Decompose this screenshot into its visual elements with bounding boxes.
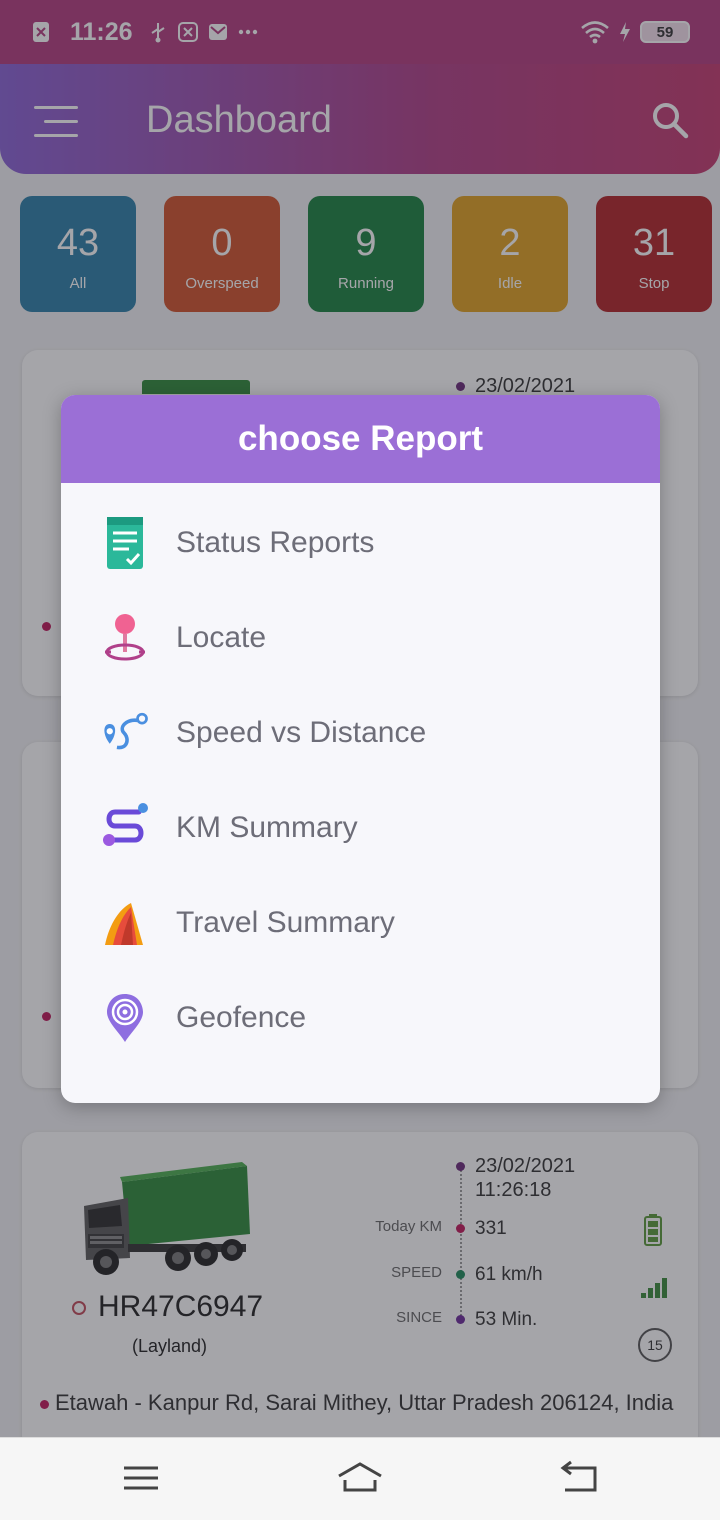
option-label: Geofence bbox=[176, 1001, 307, 1034]
option-label: KM Summary bbox=[176, 811, 358, 844]
option-label: Status Reports bbox=[176, 526, 375, 559]
route-icon bbox=[104, 712, 148, 750]
dialog-title: choose Report bbox=[61, 395, 660, 483]
geofence-pin-icon bbox=[107, 994, 143, 1042]
option-speed-vs-distance[interactable]: Speed vs Distance bbox=[61, 693, 660, 773]
map-pin-icon bbox=[105, 614, 145, 661]
option-status-reports[interactable]: Status Reports bbox=[61, 503, 660, 583]
system-nav-bar bbox=[0, 1437, 720, 1520]
clipboard-check-icon bbox=[107, 517, 143, 569]
option-locate[interactable]: Locate bbox=[61, 598, 660, 678]
option-label: Travel Summary bbox=[176, 906, 395, 939]
option-travel-summary[interactable]: Travel Summary bbox=[61, 883, 660, 963]
option-label: Speed vs Distance bbox=[176, 716, 427, 749]
option-label: Locate bbox=[176, 621, 267, 654]
home-icon[interactable] bbox=[335, 1456, 385, 1500]
path-summary-icon bbox=[103, 803, 148, 846]
recent-apps-icon[interactable] bbox=[116, 1456, 166, 1500]
option-km-summary[interactable]: KM Summary bbox=[61, 788, 660, 868]
choose-report-dialog: choose Report Status Reports Locate Spee… bbox=[61, 395, 660, 1103]
road-icon bbox=[105, 903, 143, 945]
back-icon[interactable] bbox=[555, 1456, 605, 1500]
option-geofence[interactable]: Geofence bbox=[61, 978, 660, 1058]
